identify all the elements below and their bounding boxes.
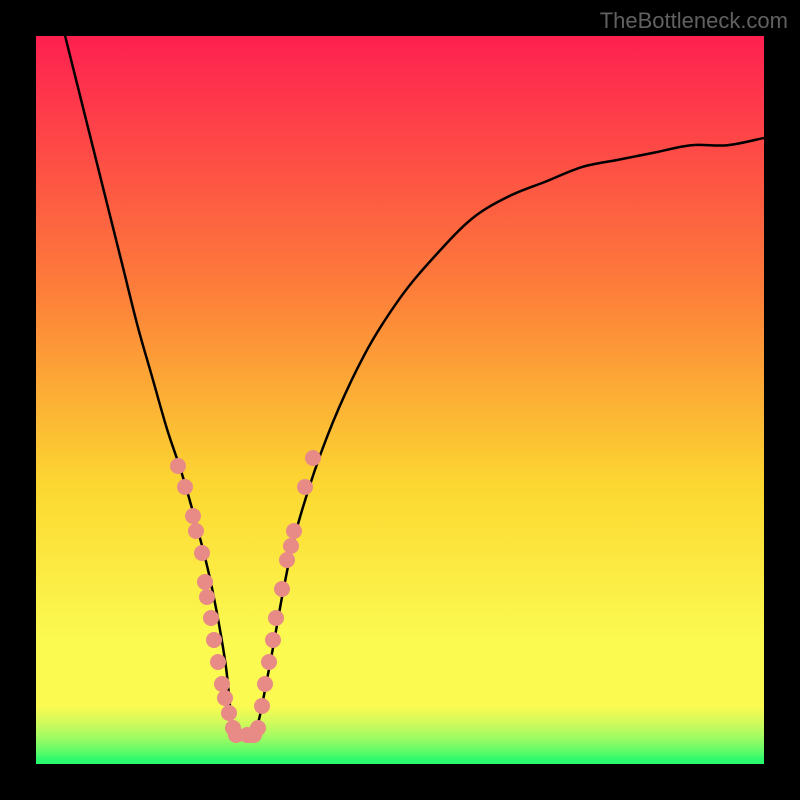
data-point-dot — [279, 552, 295, 568]
data-point-dot — [254, 698, 270, 714]
data-point-dot — [261, 654, 277, 670]
data-point-dot — [286, 523, 302, 539]
data-point-dot — [297, 479, 313, 495]
data-point-dot — [188, 523, 204, 539]
bottleneck-curve — [65, 36, 764, 740]
watermark-text: TheBottleneck.com — [600, 8, 788, 34]
data-point-dot — [210, 654, 226, 670]
data-point-dot — [221, 705, 237, 721]
data-point-dot — [206, 632, 222, 648]
curve-svg — [36, 36, 764, 764]
data-point-dot — [217, 690, 233, 706]
data-point-dot — [194, 545, 210, 561]
data-point-dot — [283, 538, 299, 554]
data-point-dot — [265, 632, 281, 648]
data-point-dot — [197, 574, 213, 590]
data-point-dot — [170, 458, 186, 474]
data-point-dot — [250, 720, 266, 736]
data-point-dot — [274, 581, 290, 597]
data-point-dot — [185, 508, 201, 524]
plot-area — [36, 36, 764, 764]
data-point-dot — [305, 450, 321, 466]
data-point-dot — [199, 589, 215, 605]
data-point-dot — [214, 676, 230, 692]
data-point-dot — [177, 479, 193, 495]
data-point-dot — [203, 610, 219, 626]
data-point-dot — [257, 676, 273, 692]
data-point-dot — [268, 610, 284, 626]
